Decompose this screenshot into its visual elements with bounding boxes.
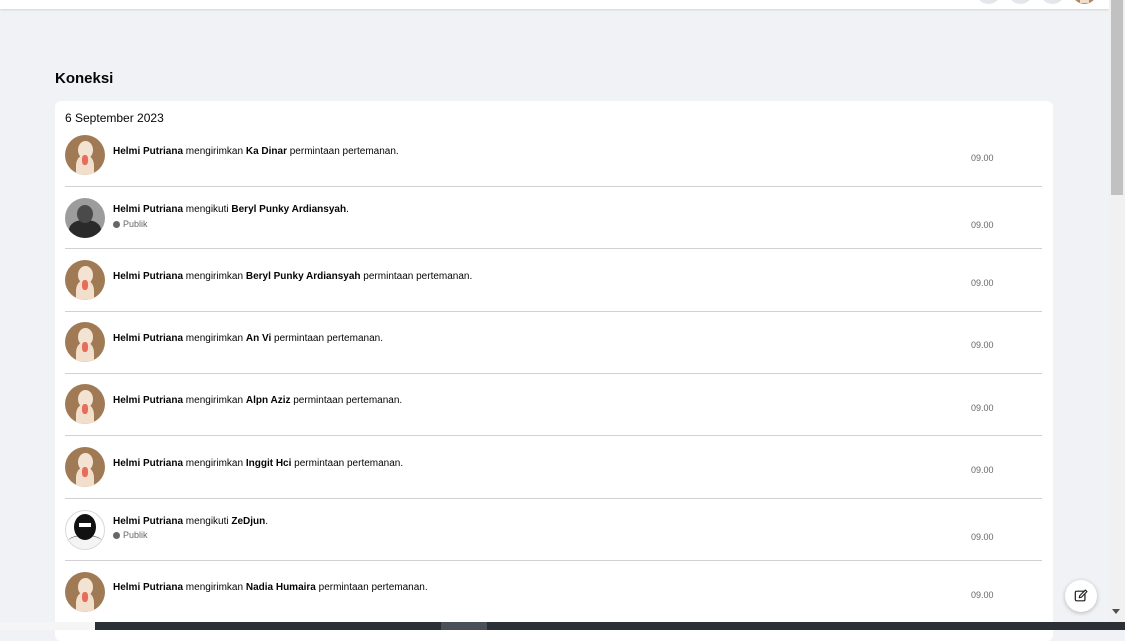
activity-suffix: permintaan pertemanan. [290, 395, 403, 406]
activity-verb: mengirimkan [183, 395, 246, 406]
activity-text: Helmi Putriana mengirimkan Inggit Hci pe… [113, 458, 403, 470]
activity-text: Helmi Putriana mengikuti Beryl Punky Ard… [113, 204, 349, 216]
scroll-down-arrow-icon[interactable] [1112, 609, 1120, 614]
compose-button[interactable] [1065, 580, 1097, 612]
activity-row[interactable]: Helmi Putriana mengirimkan Beryl Punky A… [65, 249, 1042, 312]
target-name[interactable]: Beryl Punky Ardiansyah [246, 271, 361, 282]
activity-time: 09.00 [971, 220, 994, 230]
activity-suffix: permintaan pertemanan. [291, 458, 404, 469]
avatar [65, 384, 105, 424]
activity-text: Helmi Putriana mengirimkan Nadia Humaira… [113, 582, 428, 594]
scrollbar-thumb[interactable] [1111, 0, 1123, 195]
activity-time: 09.00 [971, 340, 994, 350]
activity-suffix: permintaan pertemanan. [286, 146, 399, 157]
avatar [65, 322, 105, 362]
activity-row[interactable]: Helmi Putriana mengirimkan Alpn Aziz per… [65, 374, 1042, 436]
activity-verb: mengikuti [183, 204, 232, 215]
activity-text: Helmi Putriana mengirimkan Alpn Aziz per… [113, 395, 402, 407]
taskbar-item[interactable] [441, 622, 487, 630]
avatar [65, 135, 105, 175]
avatar [65, 572, 105, 612]
activity-card: 6 September 2023 Helmi Putriana mengirim… [55, 101, 1053, 641]
actor-name[interactable]: Helmi Putriana [113, 204, 183, 215]
activity-suffix: permintaan pertemanan. [315, 582, 428, 593]
avatar [65, 447, 105, 487]
activity-text: Helmi Putriana mengirimkan Ka Dinar perm… [113, 146, 399, 158]
actor-name[interactable]: Helmi Putriana [113, 146, 183, 157]
activity-suffix: . [265, 516, 269, 527]
avatar [65, 510, 105, 550]
privacy-indicator[interactable]: Publik [113, 530, 148, 541]
actor-name[interactable]: Helmi Putriana [113, 458, 183, 469]
globe-icon [113, 532, 120, 539]
actor-name[interactable]: Helmi Putriana [113, 271, 183, 282]
avatar [65, 260, 105, 300]
activity-suffix: permintaan pertemanan. [360, 271, 473, 282]
top-navigation-bar [0, 0, 1109, 9]
account-avatar-button[interactable] [1072, 0, 1097, 4]
notifications-button[interactable] [1040, 0, 1065, 4]
activity-row[interactable]: Helmi Putriana mengikuti Beryl Punky Ard… [65, 187, 1042, 249]
taskbar [0, 622, 1125, 630]
target-name[interactable]: An Vi [246, 333, 271, 344]
activity-time: 09.00 [971, 278, 994, 288]
activity-verb: mengirimkan [183, 333, 246, 344]
target-name[interactable]: ZeDjun [231, 516, 265, 527]
activity-suffix: . [346, 204, 349, 215]
actor-name[interactable]: Helmi Putriana [113, 333, 183, 344]
privacy-label: Publik [123, 530, 148, 540]
activity-time: 09.00 [971, 403, 994, 413]
page-title: Koneksi [55, 70, 114, 87]
compose-edit-icon [1074, 589, 1088, 602]
activity-time: 09.00 [971, 465, 994, 475]
activity-time: 09.00 [971, 532, 994, 542]
activity-time: 09.00 [971, 153, 994, 163]
date-label: 6 September 2023 [65, 111, 164, 125]
globe-icon [113, 221, 120, 228]
messenger-button[interactable] [1008, 0, 1033, 4]
privacy-indicator[interactable]: Publik [113, 219, 148, 230]
activity-suffix: permintaan pertemanan. [271, 333, 383, 344]
target-name[interactable]: Ka Dinar [246, 146, 287, 157]
activity-row[interactable]: Helmi Putriana mengirimkan Ka Dinar perm… [65, 133, 1042, 187]
target-name[interactable]: Alpn Aziz [246, 395, 291, 406]
activity-row[interactable]: Helmi Putriana mengirimkan Nadia Humaira… [65, 561, 1042, 623]
activity-verb: mengirimkan [183, 271, 246, 282]
activity-verb: mengirimkan [183, 458, 246, 469]
avatar [65, 198, 105, 238]
actor-name[interactable]: Helmi Putriana [113, 582, 183, 593]
activity-row[interactable]: Helmi Putriana mengirimkan An Vi permint… [65, 312, 1042, 374]
activity-row[interactable]: Helmi Putriana mengikuti ZeDjun. Publik … [65, 499, 1042, 561]
activity-text: Helmi Putriana mengirimkan An Vi permint… [113, 333, 383, 345]
target-name[interactable]: Inggit Hci [246, 458, 292, 469]
activity-verb: mengirimkan [183, 146, 246, 157]
actor-name[interactable]: Helmi Putriana [113, 395, 183, 406]
target-name[interactable]: Nadia Humaira [246, 582, 316, 593]
menu-button[interactable] [976, 0, 1001, 4]
privacy-label: Publik [123, 219, 148, 229]
actor-name[interactable]: Helmi Putriana [113, 516, 183, 527]
activity-text: Helmi Putriana mengirimkan Beryl Punky A… [113, 271, 472, 283]
activity-verb: mengikuti [183, 516, 232, 527]
activity-verb: mengirimkan [183, 582, 246, 593]
taskbar-left-area [0, 622, 95, 630]
target-name[interactable]: Beryl Punky Ardiansyah [231, 204, 346, 215]
activity-row[interactable]: Helmi Putriana mengirimkan Inggit Hci pe… [65, 436, 1042, 499]
activity-time: 09.00 [971, 590, 994, 600]
activity-text: Helmi Putriana mengikuti ZeDjun. [113, 516, 268, 528]
